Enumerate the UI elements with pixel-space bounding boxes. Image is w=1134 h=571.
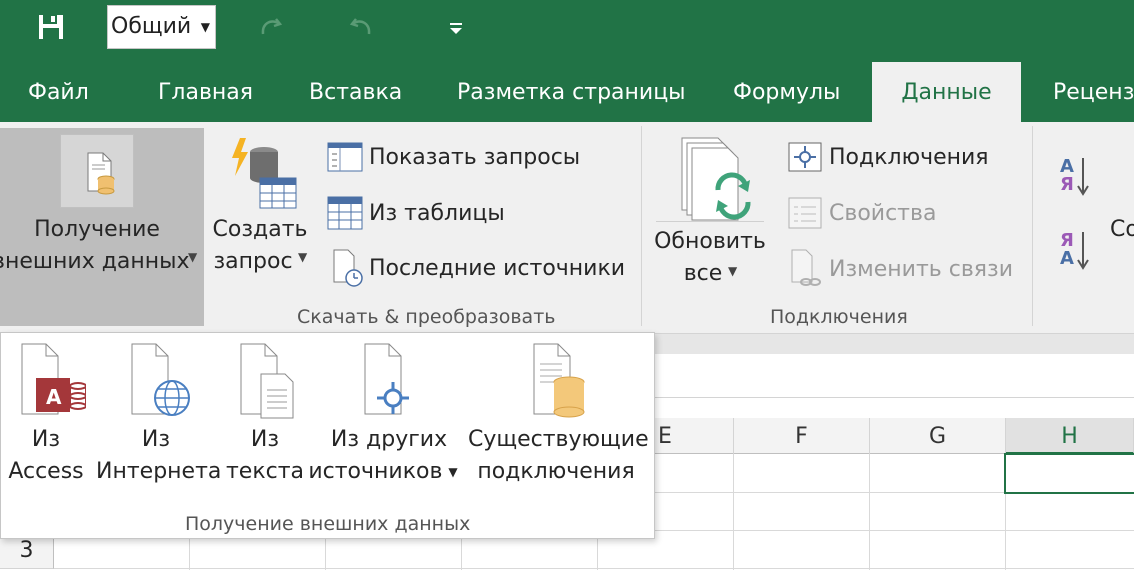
number-format-select[interactable]: Общий ▼ [107, 5, 216, 49]
show-queries-label: Показать запросы [369, 145, 581, 170]
dropdown-group-label: Получение внешних данных [185, 513, 471, 535]
chevron-down-icon: ▼ [728, 264, 738, 278]
from-access-line1: Из [31, 427, 61, 452]
from-web-button[interactable]: Из Интернета [96, 342, 222, 488]
access-icon: A [21, 343, 87, 415]
chevron-down-icon: ▼ [188, 250, 198, 264]
new-query-icon [228, 136, 300, 212]
from-table-label: Из таблицы [369, 201, 505, 226]
properties-label: Свойства [829, 201, 937, 226]
refresh-all-line1: Обновить [654, 229, 766, 254]
col-gridline [869, 454, 870, 570]
col-gridline [733, 454, 734, 570]
refresh-icon [681, 137, 751, 221]
from-other-sources-button[interactable]: Из других источников ▼ [308, 342, 464, 488]
tab-home[interactable]: Главная [158, 62, 253, 122]
recent-sources-icon [333, 249, 363, 287]
from-web-line1: Из [141, 427, 171, 452]
selected-cell-h2[interactable] [1004, 453, 1134, 494]
chevron-down-icon: ▼ [448, 465, 458, 479]
existing-connections-icon [533, 343, 585, 418]
from-access-button[interactable]: A Из Access [6, 342, 87, 488]
group-separator [1032, 126, 1033, 326]
group-label-connections: Подключения [770, 306, 908, 328]
connections-icon [788, 142, 822, 172]
from-other-line2: источников ▼ [308, 459, 458, 484]
number-format-value: Общий [111, 14, 192, 39]
connections-label: Подключения [829, 145, 989, 170]
tab-page-layout[interactable]: Разметка страницы [457, 62, 686, 122]
arrow-down-icon [1077, 232, 1089, 270]
from-other-line1: Из других [330, 427, 448, 452]
save-icon[interactable] [36, 12, 66, 42]
get-external-data-line2: внешних данных [0, 249, 190, 274]
properties-icon [788, 197, 822, 229]
sort-za-button[interactable]: Я А [1056, 230, 1096, 274]
text-file-icon [240, 343, 294, 419]
sort-az-button[interactable]: А Я [1056, 156, 1096, 200]
refresh-all-line2: все [683, 261, 723, 286]
from-text-button[interactable]: Из текста [224, 342, 306, 488]
tab-formulas[interactable]: Формулы [733, 62, 840, 122]
connections-button[interactable]: Подключения [786, 140, 1026, 176]
get-external-data-line1: Получение [34, 217, 160, 242]
refresh-all-button[interactable]: Обновить все ▼ [654, 130, 766, 300]
column-header-h[interactable]: H [1006, 418, 1134, 454]
from-access-line2: Access [8, 459, 84, 484]
show-queries-icon [327, 142, 363, 172]
create-query-line1: Создать [212, 217, 308, 242]
tab-review[interactable]: Рецензи [1053, 62, 1134, 122]
arrow-down-icon [1077, 158, 1089, 196]
chevron-down-icon: ▼ [200, 20, 210, 34]
sort-az-bottom: Я [1060, 174, 1074, 195]
recent-sources-button[interactable]: Последние источники [326, 248, 626, 288]
properties-button[interactable]: Свойства [786, 195, 1026, 231]
edit-links-icon [791, 249, 821, 286]
row-gridline [0, 568, 1134, 569]
existing-line2: подключения [477, 459, 635, 484]
web-icon [131, 343, 190, 416]
redo-icon[interactable] [254, 10, 286, 42]
from-table-button[interactable]: Из таблицы [326, 195, 626, 231]
other-sources-icon [364, 343, 409, 415]
create-query-line2: запрос [213, 249, 293, 274]
create-query-button[interactable]: Создать запрос ▼ [206, 128, 314, 298]
tab-file[interactable]: Файл [28, 62, 89, 122]
chevron-down-icon: ▼ [298, 250, 308, 264]
external-data-icon [60, 134, 134, 208]
get-external-data-button[interactable]: Получение внешних данных ▼ [0, 128, 204, 326]
from-text-line2: текста [225, 459, 305, 484]
sort-za-bottom: А [1060, 248, 1074, 269]
tab-data[interactable]: Данные [872, 62, 1021, 122]
sort-button-label[interactable]: Со [1110, 214, 1134, 246]
svg-text:A: A [46, 385, 62, 409]
column-header-f[interactable]: F [734, 418, 870, 454]
from-web-line2: Интернета [96, 459, 222, 484]
edit-links-label: Изменить связи [829, 257, 1014, 282]
edit-links-button[interactable]: Изменить связи [786, 248, 1026, 290]
show-queries-button[interactable]: Показать запросы [326, 140, 626, 176]
split-line [656, 221, 764, 222]
group-separator [641, 126, 642, 326]
table-icon [327, 196, 363, 230]
existing-connections-button[interactable]: Существующие подключения [468, 342, 649, 488]
customize-qat-icon[interactable] [446, 18, 466, 38]
column-header-g[interactable]: G [870, 418, 1006, 454]
undo-icon[interactable] [346, 10, 378, 42]
group-label-get-transform: Скачать & преобразовать [297, 306, 556, 328]
tab-insert[interactable]: Вставка [309, 62, 402, 122]
existing-line1: Существующие [468, 427, 649, 452]
from-text-line1: Из [250, 427, 280, 452]
recent-sources-label: Последние источники [369, 256, 626, 281]
